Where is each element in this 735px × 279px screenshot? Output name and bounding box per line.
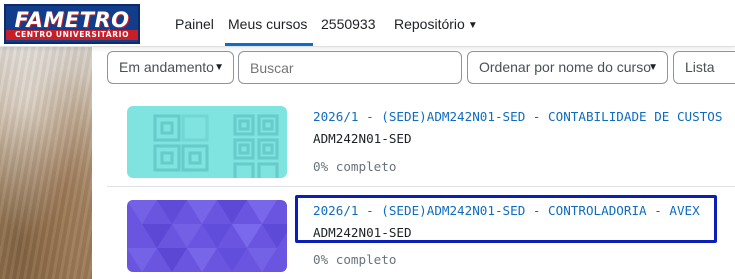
course-title-link[interactable]: 2026/1 - (SEDE)ADM242N01-SED - CONTABILI…	[313, 109, 722, 125]
nav-meus-cursos[interactable]: Meus cursos	[228, 15, 307, 33]
nav-repositorio-label: Repositório	[394, 16, 465, 32]
grouping-select-value: Em andamento	[119, 59, 214, 75]
top-navbar: FAMETRO CENTRO UNIVERSITÁRIO Painel Meus…	[0, 0, 735, 47]
chevron-down-icon: ▼	[648, 62, 658, 73]
nav-painel[interactable]: Painel	[175, 15, 214, 33]
chevron-down-icon: ▼	[214, 62, 224, 73]
course-image[interactable]	[127, 106, 287, 178]
nav-repositorio[interactable]: Repositório ▼	[394, 15, 478, 35]
course-short-name: ADM242N01-SED	[313, 131, 412, 146]
brand-logo[interactable]: FAMETRO CENTRO UNIVERSITÁRIO	[4, 4, 140, 44]
search-input[interactable]	[238, 51, 462, 84]
sort-select[interactable]: Ordenar por nome do curso ▼	[467, 51, 668, 84]
logo-subtitle: CENTRO UNIVERSITÁRIO	[6, 30, 138, 40]
course-list-item[interactable]: 2026/1 - (SEDE)ADM242N01-SED - CONTABILI…	[107, 106, 735, 196]
logo-wordmark: FAMETRO	[14, 8, 130, 32]
course-progress-text: 0% completo	[313, 159, 397, 174]
active-nav-indicator	[225, 43, 313, 46]
chevron-down-icon: ▼	[467, 20, 478, 31]
grouping-select[interactable]: Em andamento ▼	[107, 51, 234, 84]
view-select-value: Lista	[685, 59, 715, 75]
view-select[interactable]: Lista	[673, 51, 735, 84]
course-image[interactable]	[127, 200, 287, 272]
background-image-strip	[0, 47, 92, 279]
highlight-box	[295, 195, 717, 243]
nav-user-id[interactable]: 2550933	[321, 15, 376, 33]
list-divider	[107, 186, 735, 187]
sort-select-value: Ordenar por nome do curso	[479, 59, 651, 75]
course-progress-text: 0% completo	[313, 252, 397, 267]
